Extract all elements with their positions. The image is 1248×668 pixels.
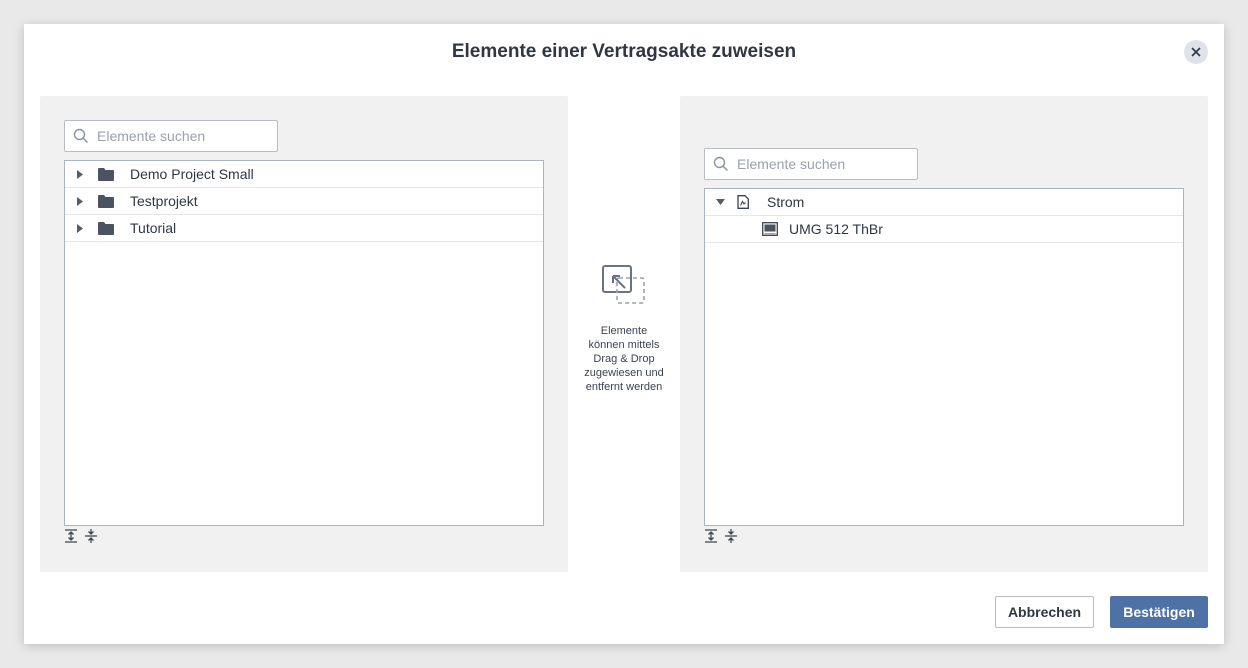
expand-caret-icon[interactable] xyxy=(73,161,87,188)
device-icon xyxy=(762,222,778,236)
close-button[interactable] xyxy=(1184,40,1208,64)
left-tree: Demo Project Small Testprojekt Tutorial xyxy=(64,160,544,526)
folder-icon xyxy=(98,167,114,181)
right-tree-tools xyxy=(704,528,738,544)
tree-row-strom[interactable]: Strom xyxy=(705,189,1183,216)
right-tree: Strom UMG 512 ThBr xyxy=(704,188,1184,526)
left-search-input[interactable] xyxy=(97,128,267,144)
close-icon xyxy=(1191,47,1201,57)
tree-row-label: Strom xyxy=(767,194,805,210)
collapse-all-icon[interactable] xyxy=(724,528,738,544)
tree-row-label: Demo Project Small xyxy=(130,166,254,182)
right-search-box[interactable] xyxy=(704,148,918,180)
search-icon xyxy=(65,121,97,151)
assigned-elements-panel: Strom UMG 512 ThBr xyxy=(680,96,1208,572)
tree-row-tutorial[interactable]: Tutorial xyxy=(65,215,543,242)
assign-elements-dialog: Elemente einer Vertragsakte zuweisen Dem… xyxy=(24,24,1224,644)
left-search-box[interactable] xyxy=(64,120,278,152)
contract-document-icon xyxy=(737,195,753,209)
tree-row-testprojekt[interactable]: Testprojekt xyxy=(65,188,543,215)
expand-all-icon[interactable] xyxy=(64,528,78,544)
expand-caret-icon[interactable] xyxy=(73,188,87,215)
right-search-input[interactable] xyxy=(737,156,907,172)
tree-row-umg-512-thbr[interactable]: UMG 512 ThBr xyxy=(705,216,1183,243)
drag-drop-icon xyxy=(602,265,645,304)
expand-all-icon[interactable] xyxy=(704,528,718,544)
expand-caret-icon[interactable] xyxy=(73,215,87,242)
cancel-button[interactable]: Abbrechen xyxy=(995,596,1094,628)
confirm-button[interactable]: Bestätigen xyxy=(1110,596,1208,628)
search-icon xyxy=(705,149,737,179)
drag-drop-hint-text: Elemente können mittels Drag & Drop zuge… xyxy=(584,325,664,393)
tree-row-label: Testprojekt xyxy=(130,193,198,209)
folder-icon xyxy=(98,221,114,235)
collapse-all-icon[interactable] xyxy=(84,528,98,544)
collapse-caret-icon[interactable] xyxy=(713,189,727,216)
tree-row-label: UMG 512 ThBr xyxy=(789,221,883,237)
tree-row-demo-project-small[interactable]: Demo Project Small xyxy=(65,161,543,188)
folder-icon xyxy=(98,194,114,208)
available-elements-panel: Demo Project Small Testprojekt Tutorial xyxy=(40,96,568,572)
dialog-title: Elemente einer Vertragsakte zuweisen xyxy=(451,41,797,62)
left-tree-tools xyxy=(64,528,98,544)
drag-drop-hint: Elemente können mittels Drag & Drop zuge… xyxy=(576,264,672,394)
tree-row-label: Tutorial xyxy=(130,220,177,236)
